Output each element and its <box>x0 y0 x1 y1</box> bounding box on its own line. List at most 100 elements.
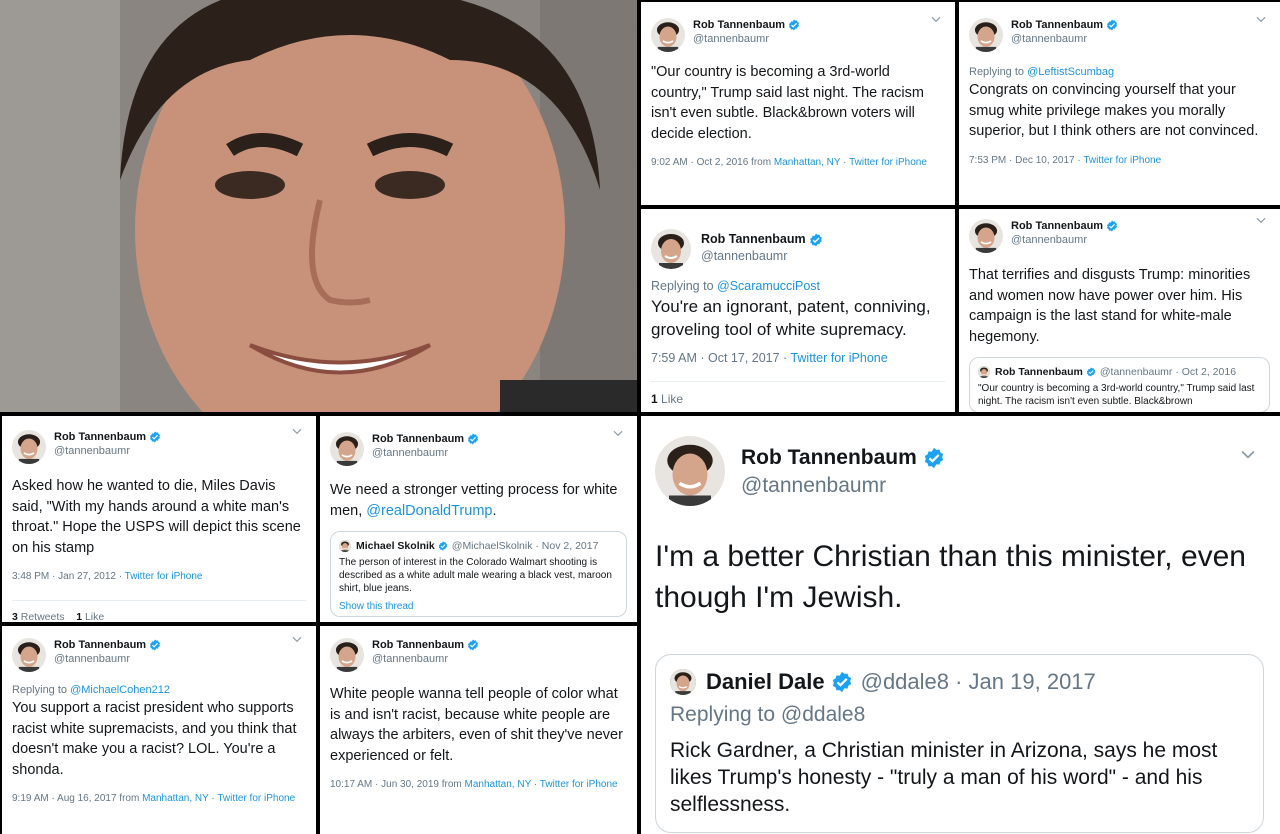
source-link[interactable]: Twitter for iPhone <box>1083 155 1161 166</box>
verified-badge-icon <box>809 233 823 247</box>
author-handle[interactable]: @tannenbaumr <box>741 472 945 500</box>
quote-handle-date: @tannenbaumr · Oct 2, 2016 <box>1099 366 1237 378</box>
tweet-card-6[interactable]: Rob Tannenbaum @tannenbaumr We need a st… <box>320 416 637 622</box>
verified-badge-icon <box>788 19 800 31</box>
tweet-time[interactable]: 7:53 PM · Dec 10, 2017 · <box>969 155 1083 166</box>
author-handle[interactable]: @tannenbaumr <box>693 32 800 46</box>
quote-avatar <box>339 540 351 552</box>
reply-mention-link[interactable]: @LeftistScumbag <box>1027 66 1114 78</box>
tweet-card-2[interactable]: Rob Tannenbaum @tannenbaumr Replying to … <box>959 2 1280 205</box>
tweet-time[interactable]: 3:48 PM · Jan 27, 2012 · <box>12 571 125 582</box>
tweet-header: Rob Tannenbaum @tannenbaumr <box>655 436 1264 506</box>
tweet-card-9[interactable]: Rob Tannenbaum @tannenbaumr I'm a better… <box>641 416 1280 834</box>
tweet-card-1[interactable]: Rob Tannenbaum @tannenbaumr "Our country… <box>641 2 955 205</box>
author-handle[interactable]: @tannenbaumr <box>1011 233 1118 247</box>
likes-count[interactable]: 1 <box>651 392 658 406</box>
likes-label[interactable]: Like <box>82 611 104 622</box>
verified-badge-icon <box>149 431 161 443</box>
chevron-down-icon[interactable] <box>290 632 304 646</box>
location-link[interactable]: Manhattan, NY <box>774 157 841 168</box>
tweet-time[interactable]: 10:17 AM · Jun 30, 2019 from <box>330 779 465 790</box>
location-link[interactable]: Manhattan, NY <box>142 793 209 804</box>
source-link[interactable]: Twitter for iPhone <box>849 157 927 168</box>
source-link[interactable]: Twitter for iPhone <box>217 793 295 804</box>
quote-handle-date: @MichaelSkolnik · Nov 2, 2017 <box>451 540 599 552</box>
chevron-down-icon[interactable] <box>929 12 943 26</box>
tweet-time[interactable]: 9:02 AM · Oct 2, 2016 from <box>651 157 774 168</box>
tweet-header: Rob Tannenbaum @tannenbaumr <box>330 638 627 672</box>
quoted-tweet[interactable]: Michael Skolnik @MichaelSkolnik · Nov 2, … <box>330 531 627 617</box>
author-handle[interactable]: @tannenbaumr <box>701 248 823 265</box>
author-name[interactable]: Rob Tannenbaum <box>1011 219 1103 233</box>
author-handle[interactable]: @tannenbaumr <box>54 652 161 666</box>
quoted-tweet[interactable]: Rob Tannenbaum @tannenbaumr · Oct 2, 2016… <box>969 357 1270 412</box>
avatar[interactable] <box>12 430 46 464</box>
source-link[interactable]: Twitter for iPhone <box>790 351 887 365</box>
author-name[interactable]: Rob Tannenbaum <box>54 638 146 652</box>
avatar[interactable] <box>655 436 725 506</box>
author-name[interactable]: Rob Tannenbaum <box>701 231 806 248</box>
likes-label[interactable]: Like <box>658 392 683 406</box>
tweet-header: Rob Tannenbaum @tannenbaumr <box>969 219 1270 253</box>
verified-badge-icon <box>438 541 448 551</box>
tweet-time[interactable]: 9:19 AM · Aug 16, 2017 from <box>12 793 142 804</box>
quote-replying-to: Replying to @ddale8 <box>670 703 866 726</box>
show-thread-link[interactable]: Show this thread <box>339 601 618 612</box>
author-handle[interactable]: @tannenbaumr <box>372 652 479 666</box>
author-name[interactable]: Rob Tannenbaum <box>54 430 146 444</box>
portrait-photo <box>0 0 637 412</box>
location-link[interactable]: Manhattan, NY <box>465 779 532 790</box>
author-name[interactable]: Rob Tannenbaum <box>372 432 464 446</box>
quote-avatar <box>978 366 990 378</box>
tweet-meta: 9:02 AM · Oct 2, 2016 from Manhattan, NY… <box>651 156 945 170</box>
tweet-meta: 10:17 AM · Jun 30, 2019 from Manhattan, … <box>330 778 627 792</box>
tweet-time[interactable]: 7:59 AM · Oct 17, 2017 · <box>651 351 790 365</box>
tweet-text: White people wanna tell people of color … <box>330 686 623 764</box>
avatar[interactable] <box>12 638 46 672</box>
avatar[interactable] <box>330 432 364 466</box>
author-name[interactable]: Rob Tannenbaum <box>693 18 785 32</box>
author-name[interactable]: Rob Tannenbaum <box>372 638 464 652</box>
author-name[interactable]: Rob Tannenbaum <box>741 444 917 472</box>
tweet-card-5[interactable]: Rob Tannenbaum @tannenbaumr Asked how he… <box>2 416 316 622</box>
verified-badge-icon <box>831 671 853 693</box>
avatar[interactable] <box>651 18 685 52</box>
chevron-down-icon[interactable] <box>1254 12 1268 26</box>
quote-author-name: Michael Skolnik <box>356 540 435 552</box>
source-link[interactable]: Twitter for iPhone <box>540 779 618 790</box>
tweet-meta: 7:53 PM · Dec 10, 2017 · Twitter for iPh… <box>969 154 1270 168</box>
source-link[interactable]: Twitter for iPhone <box>125 571 203 582</box>
author-handle[interactable]: @tannenbaumr <box>54 444 161 458</box>
author-handle[interactable]: @tannenbaumr <box>1011 32 1118 46</box>
chevron-down-icon[interactable] <box>290 424 304 438</box>
mention-link[interactable]: @realDonaldTrump <box>366 503 492 519</box>
tweet-card-8[interactable]: Rob Tannenbaum @tannenbaumr White people… <box>320 626 637 834</box>
meta-separator: · <box>840 157 850 168</box>
reply-mention-link[interactable]: @ScaramucciPost <box>717 279 820 293</box>
retweets-label[interactable]: Retweets <box>18 611 65 622</box>
avatar[interactable] <box>330 638 364 672</box>
author-handle[interactable]: @tannenbaumr <box>372 446 479 460</box>
quoted-tweet[interactable]: Daniel Dale @ddale8 · Jan 19, 2017 Replyi… <box>655 654 1264 833</box>
chevron-down-icon[interactable] <box>1238 444 1258 464</box>
tweet-meta: 7:59 AM · Oct 17, 2017 · Twitter for iPh… <box>651 351 945 365</box>
author-name[interactable]: Rob Tannenbaum <box>1011 18 1103 32</box>
tweet-card-4[interactable]: Rob Tannenbaum @tannenbaumr That terrifi… <box>959 209 1280 412</box>
reply-prefix: Replying to <box>651 279 718 293</box>
quote-text: Rick Gardner, a Christian minister in Ar… <box>670 739 1218 816</box>
avatar[interactable] <box>969 219 1003 253</box>
tweet-card-7[interactable]: Rob Tannenbaum @tannenbaumr Replying to … <box>2 626 316 834</box>
replying-to: Replying to @MichaelCohen212 <box>12 684 306 696</box>
tweet-meta: 9:19 AM · Aug 16, 2017 from Manhattan, N… <box>12 792 306 806</box>
chevron-down-icon[interactable] <box>611 426 625 440</box>
avatar[interactable] <box>969 18 1003 52</box>
verified-badge-icon <box>1086 367 1096 377</box>
reply-mention-link[interactable]: @MichaelCohen212 <box>70 684 170 696</box>
tweet-header: Rob Tannenbaum @tannenbaumr <box>12 430 306 464</box>
replying-to: Replying to @ScaramucciPost <box>651 279 945 293</box>
tweet-text: You support a racist president who suppo… <box>12 700 297 778</box>
chevron-down-icon[interactable] <box>1254 213 1268 227</box>
tweet-card-3[interactable]: Rob Tannenbaum @tannenbaumr Replying to … <box>641 209 955 412</box>
avatar[interactable] <box>651 229 691 269</box>
tweet-text: "Our country is becoming a 3rd-world cou… <box>651 64 924 142</box>
